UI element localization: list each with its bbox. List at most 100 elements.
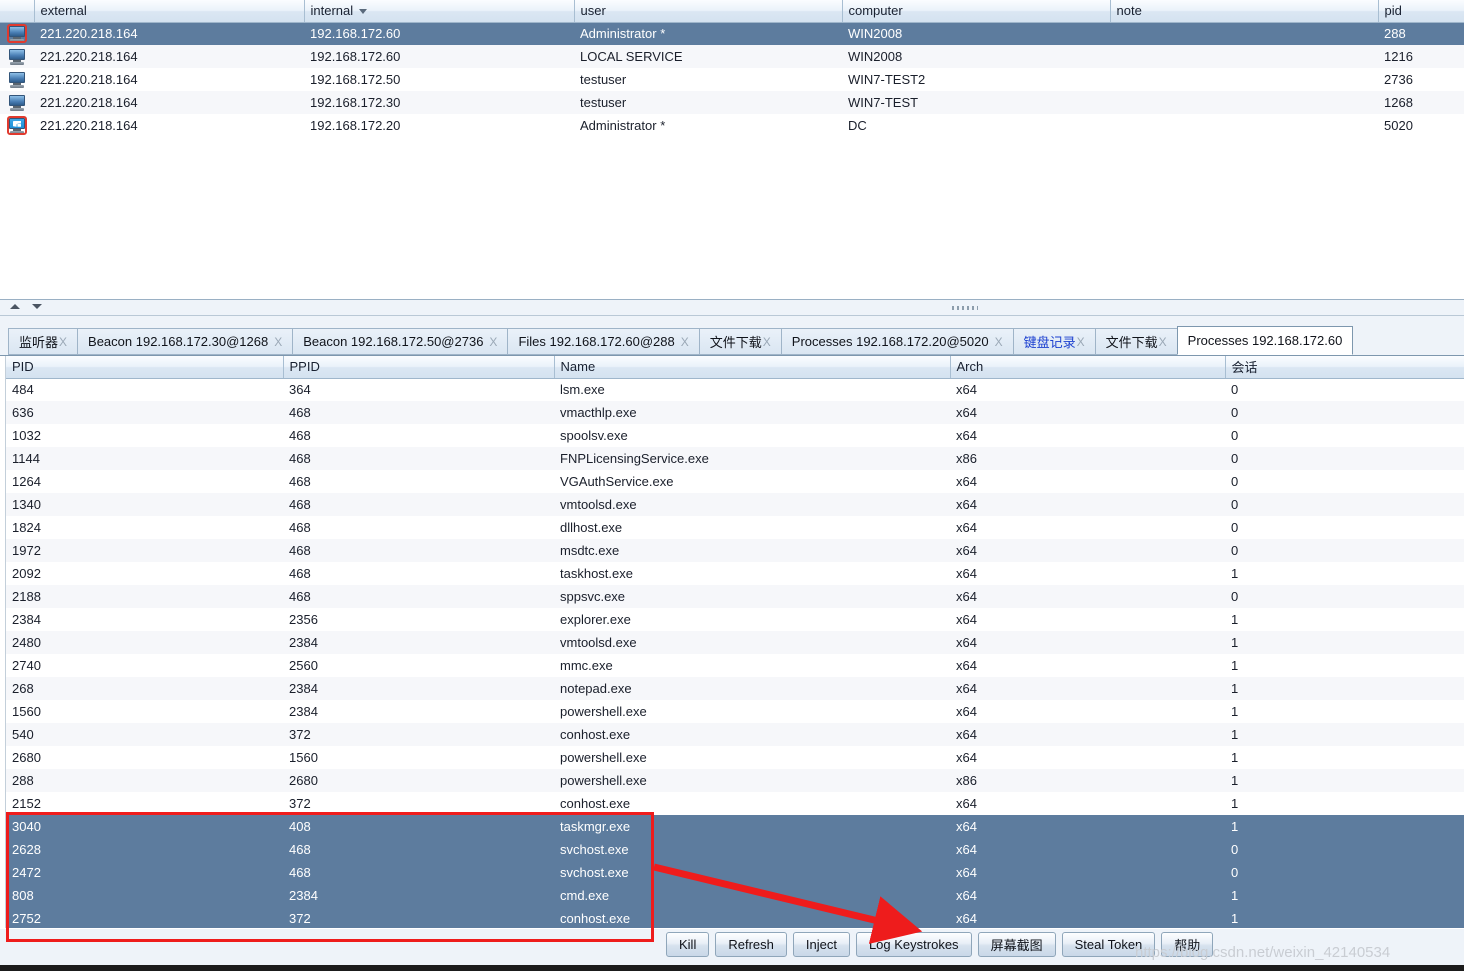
- tab-item[interactable]: 键盘记录 X: [1012, 328, 1096, 355]
- session-row[interactable]: 221.220.218.164 192.168.172.60 LOCAL SERVI…: [0, 45, 1464, 68]
- process-row[interactable]: 1264 468 VGAuthService.exe x64 0: [6, 470, 1464, 493]
- process-row[interactable]: 288 2680 powershell.exe x86 1: [6, 769, 1464, 792]
- process-row[interactable]: 1972 468 msdtc.exe x64 0: [6, 539, 1464, 562]
- process-row[interactable]: 2188 468 sppsvc.exe x64 0: [6, 585, 1464, 608]
- tab-item[interactable]: 监听器 X: [8, 328, 79, 355]
- process-cell-ppid: 468: [289, 428, 311, 443]
- tab-item[interactable]: Beacon 192.168.172.30@1268 X: [77, 328, 294, 355]
- process-row[interactable]: 808 2384 cmd.exe x64 1: [6, 884, 1464, 907]
- process-cell-pid: 3040: [12, 819, 41, 834]
- tab-item[interactable]: 文件下载 X: [698, 328, 782, 355]
- process-cell-session: 1: [1231, 911, 1239, 926]
- process-cell-name: msdtc.exe: [560, 543, 620, 558]
- process-row[interactable]: 1032 468 spoolsv.exe x64 0: [6, 424, 1464, 447]
- session-cell-note: [1110, 68, 1378, 91]
- tab-close-icon[interactable]: X: [1159, 335, 1167, 349]
- tab-item[interactable]: Beacon 192.168.172.50@2736 X: [292, 328, 509, 355]
- process-cell-arch: x64: [956, 842, 977, 857]
- collapse-up-icon[interactable]: [10, 304, 20, 309]
- tab-item[interactable]: Processes 192.168.172.20@5020 X: [780, 328, 1014, 355]
- process-cell-session: 0: [1231, 520, 1239, 535]
- process-row[interactable]: 2472 468 svchost.exe x64 0: [6, 861, 1464, 884]
- tab-close-icon[interactable]: X: [1077, 335, 1085, 349]
- tab-close-icon[interactable]: X: [489, 335, 497, 349]
- process-row[interactable]: 2152 372 conhost.exe x64 1: [6, 792, 1464, 815]
- process-cell-session: 0: [1231, 842, 1239, 857]
- steal-token-button[interactable]: Steal Token: [1061, 932, 1156, 957]
- process-cell-arch: x86: [956, 451, 977, 466]
- process-cell-ppid: 468: [289, 865, 311, 880]
- process-cell-arch: x64: [956, 543, 977, 558]
- process-cell-arch: x64: [956, 474, 977, 489]
- processes-col-arch[interactable]: Arch: [950, 356, 1226, 379]
- processes-col-ppid[interactable]: PPID: [283, 356, 555, 379]
- tab-label: Files 192.168.172.60@288: [518, 334, 675, 349]
- process-cell-ppid: 372: [289, 796, 311, 811]
- session-cell-user: LOCAL SERVICE: [580, 49, 683, 64]
- process-cell-session: 0: [1231, 497, 1239, 512]
- sessions-col-pid[interactable]: pid: [1378, 0, 1464, 23]
- process-row[interactable]: 484 364 lsm.exe x64 0: [6, 378, 1464, 401]
- process-row[interactable]: 3040 408 taskmgr.exe x64 1: [6, 815, 1464, 838]
- process-row[interactable]: 2752 372 conhost.exe x64 1: [6, 907, 1464, 930]
- sessions-col-internal[interactable]: internal: [304, 0, 575, 23]
- session-cell-computer: DC: [848, 118, 867, 133]
- process-row[interactable]: 2092 468 taskhost.exe x64 1: [6, 562, 1464, 585]
- process-cell-session: 1: [1231, 566, 1239, 581]
- tab-close-icon[interactable]: X: [681, 335, 689, 349]
- splitter-grip-icon[interactable]: [952, 306, 978, 310]
- process-row[interactable]: 2628 468 svchost.exe x64 0: [6, 838, 1464, 861]
- log-keystrokes-button[interactable]: Log Keystrokes: [855, 932, 972, 957]
- process-cell-session: 0: [1231, 405, 1239, 420]
- process-cell-name: svchost.exe: [560, 865, 629, 880]
- sessions-col-user[interactable]: user: [574, 0, 843, 23]
- process-row[interactable]: 2384 2356 explorer.exe x64 1: [6, 608, 1464, 631]
- processes-col-name[interactable]: Name: [554, 356, 951, 379]
- tab-close-icon[interactable]: X: [59, 335, 67, 349]
- computer-icon: [8, 71, 26, 88]
- session-row[interactable]: 221.220.218.164 192.168.172.50 testuser WIN…: [0, 68, 1464, 91]
- session-row[interactable]: 221.220.218.164 192.168.172.20 Administrat…: [0, 114, 1464, 137]
- help-button[interactable]: 帮助: [1161, 932, 1214, 957]
- process-row[interactable]: 1824 468 dllhost.exe x64 0: [6, 516, 1464, 539]
- refresh-button[interactable]: Refresh: [715, 932, 787, 957]
- tab-item[interactable]: Processes 192.168.172.60: [1176, 326, 1354, 355]
- process-row[interactable]: 1560 2384 powershell.exe x64 1: [6, 700, 1464, 723]
- processes-col-session[interactable]: 会话: [1225, 356, 1464, 379]
- tab-label: 文件下载: [1105, 336, 1158, 351]
- kill-button[interactable]: Kill: [666, 932, 710, 957]
- process-row[interactable]: 1144 468 FNPLicensingService.exe x86 0: [6, 447, 1464, 470]
- session-icon-cell: [0, 114, 34, 137]
- process-row[interactable]: 2480 2384 vmtoolsd.exe x64 1: [6, 631, 1464, 654]
- tab-item[interactable]: Files 192.168.172.60@288 X: [507, 328, 700, 355]
- process-cell-ppid: 468: [289, 474, 311, 489]
- screenshot-button[interactable]: 屏幕截图: [977, 932, 1056, 957]
- process-row[interactable]: 268 2384 notepad.exe x64 1: [6, 677, 1464, 700]
- process-cell-name: vmacthlp.exe: [560, 405, 637, 420]
- tab-item[interactable]: 文件下载 X: [1094, 328, 1178, 355]
- sessions-col-external[interactable]: external: [34, 0, 305, 23]
- sessions-col-user-label: user: [580, 3, 606, 19]
- tab-close-icon[interactable]: X: [274, 335, 282, 349]
- processes-col-pid[interactable]: PID: [6, 356, 284, 379]
- tab-close-icon[interactable]: X: [763, 335, 771, 349]
- inject-button[interactable]: Inject: [792, 932, 850, 957]
- process-row[interactable]: 1340 468 vmtoolsd.exe x64 0: [6, 493, 1464, 516]
- processes-col-session-label: 会话: [1231, 361, 1258, 377]
- process-cell-pid: 2752: [12, 911, 41, 926]
- process-cell-pid: 2628: [12, 842, 41, 857]
- process-row[interactable]: 2680 1560 powershell.exe x64 1: [6, 746, 1464, 769]
- process-row[interactable]: 540 372 conhost.exe x64 1: [6, 723, 1464, 746]
- process-cell-pid: 1824: [12, 520, 41, 535]
- process-row[interactable]: 2740 2560 mmc.exe x64 1: [6, 654, 1464, 677]
- sessions-panel: external internal user computer note pid…: [0, 0, 1464, 300]
- sessions-col-computer[interactable]: computer: [842, 0, 1111, 23]
- session-cell-external: 221.220.218.164: [40, 72, 138, 87]
- panel-splitter[interactable]: [0, 300, 1464, 316]
- session-row[interactable]: 221.220.218.164 192.168.172.60 Administrat…: [0, 22, 1464, 45]
- session-row[interactable]: 221.220.218.164 192.168.172.30 testuser WIN…: [0, 91, 1464, 114]
- sessions-col-note[interactable]: note: [1110, 0, 1379, 23]
- process-row[interactable]: 636 468 vmacthlp.exe x64 0: [6, 401, 1464, 424]
- tab-close-icon[interactable]: X: [995, 335, 1003, 349]
- collapse-down-icon[interactable]: [32, 304, 42, 309]
